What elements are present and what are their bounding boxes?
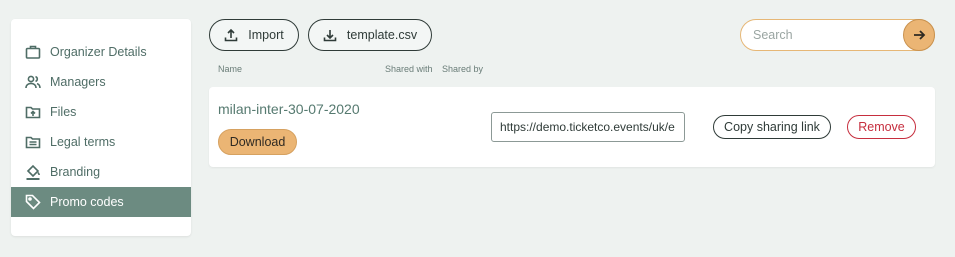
column-header-shared-with: Shared with <box>385 64 433 74</box>
document-folder-icon <box>24 133 42 151</box>
import-button-label: Import <box>248 28 284 42</box>
sidebar-item-organizer-details[interactable]: Organizer Details <box>11 37 191 67</box>
paint-bucket-icon <box>24 163 42 181</box>
sidebar-item-promo-codes[interactable]: Promo codes <box>11 187 191 217</box>
template-button-label: template.csv <box>346 28 418 42</box>
column-header-shared-by: Shared by <box>442 64 484 74</box>
download-icon <box>323 30 337 42</box>
import-button[interactable]: Import <box>209 19 299 51</box>
sidebar-item-label: Promo codes <box>50 195 124 209</box>
search-submit-button[interactable] <box>903 19 935 51</box>
tag-icon <box>24 193 42 211</box>
settings-sidebar: Organizer Details Managers Files Legal t… <box>11 19 191 236</box>
briefcase-icon <box>24 43 42 61</box>
sidebar-item-managers[interactable]: Managers <box>11 67 191 97</box>
sidebar-item-label: Branding <box>50 165 101 179</box>
sidebar-item-label: Organizer Details <box>50 45 147 59</box>
users-icon <box>24 73 42 91</box>
sidebar-item-label: Legal terms <box>50 135 116 149</box>
download-template-button[interactable]: template.csv <box>308 19 432 51</box>
file-name: milan-inter-30-07-2020 <box>218 101 360 117</box>
sidebar-item-label: Managers <box>50 75 106 89</box>
search-box <box>740 19 935 51</box>
folder-upload-icon <box>24 103 42 121</box>
upload-icon <box>224 28 238 42</box>
column-header-name: Name <box>218 64 243 74</box>
copy-sharing-link-button[interactable]: Copy sharing link <box>713 115 831 139</box>
arrow-right-icon <box>914 30 926 40</box>
sidebar-item-branding[interactable]: Branding <box>11 157 191 187</box>
sidebar-item-legal-terms[interactable]: Legal terms <box>11 127 191 157</box>
download-button[interactable]: Download <box>218 129 297 155</box>
sidebar-item-label: Files <box>50 105 77 119</box>
sharing-link-field[interactable]: https://demo.ticketco.events/uk/e <box>491 112 685 142</box>
remove-button[interactable]: Remove <box>847 115 916 139</box>
sidebar-item-files[interactable]: Files <box>11 97 191 127</box>
search-input[interactable] <box>753 26 903 44</box>
table-row: milan-inter-30-07-2020 Download https://… <box>209 87 935 167</box>
